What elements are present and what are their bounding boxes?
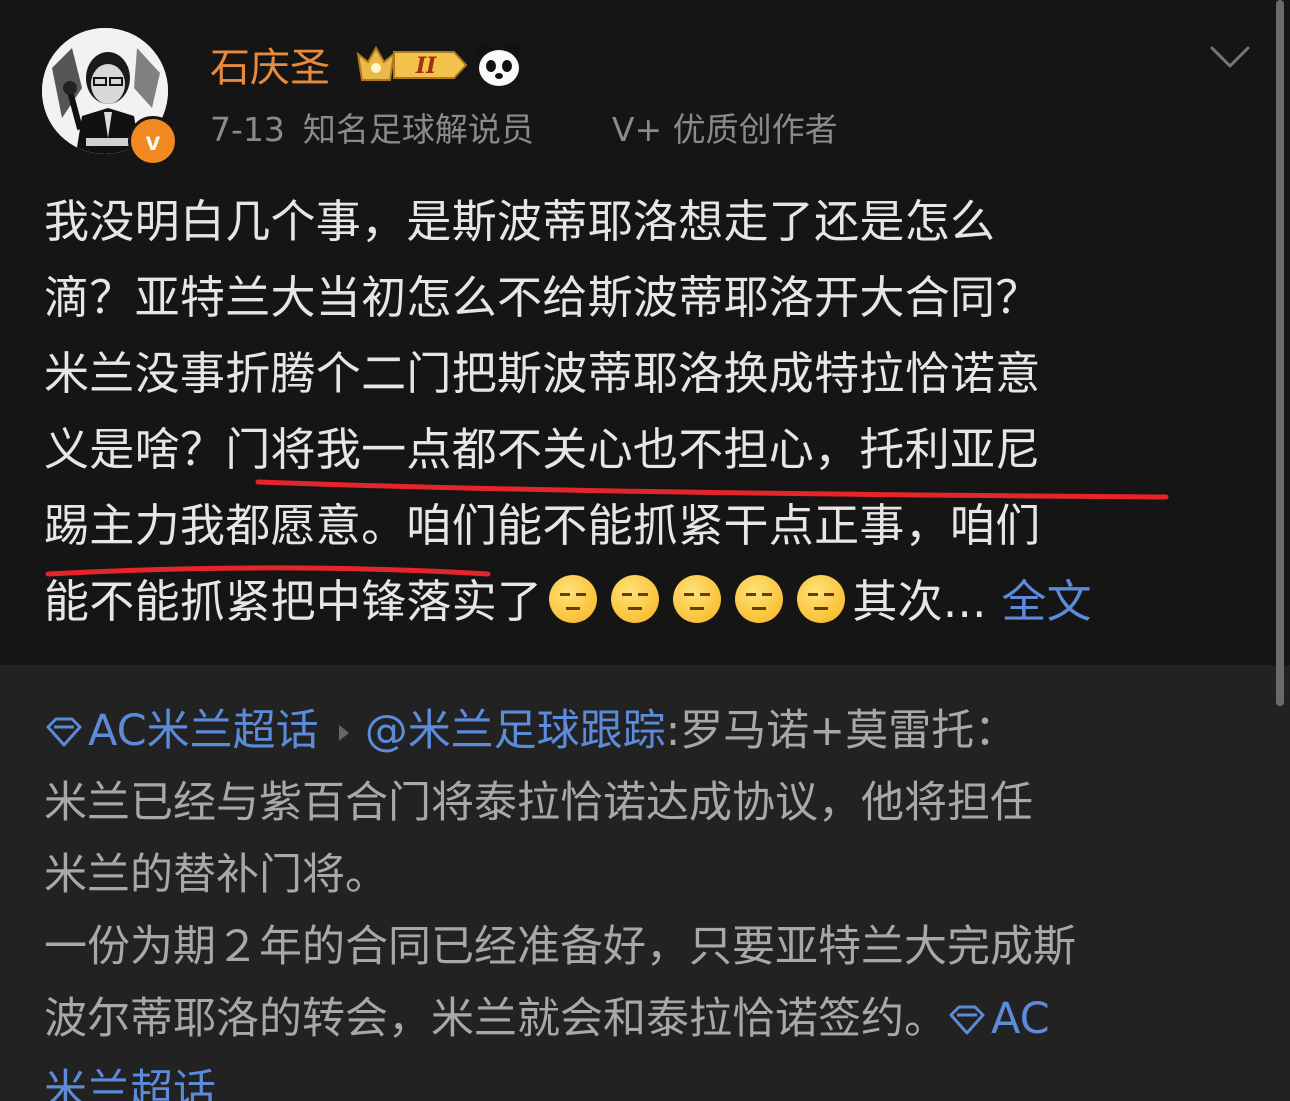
username[interactable]: 石庆圣 — [210, 40, 330, 96]
post-meta: 7-13 知名足球解说员 V+ 优质创作者 — [210, 106, 838, 154]
diamond-icon — [949, 1005, 985, 1035]
super-topic-link-end[interactable]: AC — [947, 994, 1050, 1044]
post-text-line: 义是啥？门将我一点都不关心也不担心，托利亚尼 — [44, 423, 1041, 476]
weibo-post: v 石庆圣 II 7-13 知名足球解说员 V+ 优质创作者 我没明白几个事，是斯波… — [0, 0, 1290, 665]
repost-text-line: 波尔蒂耶洛的转会，米兰就会和泰拉恰诺签约。 AC — [44, 983, 1254, 1055]
repost-text-line: AC米兰超话 @米兰足球跟踪:罗马诺+莫雷托： — [44, 695, 1254, 767]
repost-text: AC米兰超话 @米兰足球跟踪:罗马诺+莫雷托： 米兰已经与紫百合门将泰拉恰诺达成协… — [44, 695, 1254, 1101]
post-text-line: 我没明白几个事，是斯波蒂耶洛想走了还是怎么 — [44, 195, 996, 248]
post-text-line: 滴？亚特兰大当初怎么不给斯波蒂耶洛开大合同？ — [44, 271, 1041, 324]
scrollbar[interactable] — [1276, 0, 1284, 706]
post-text-line-last: 能不能抓紧把中锋落实了 其次... 全文 — [44, 564, 1254, 640]
chevron-down-icon[interactable] — [1208, 40, 1252, 76]
super-topic-label: AC — [991, 994, 1050, 1044]
post-text-segment: 能不能抓紧把中锋落实了 — [44, 575, 543, 628]
super-topic-label[interactable]: 米兰超话 — [44, 1066, 216, 1101]
weibo-feed-view: v 石庆圣 II 7-13 知名足球解说员 V+ 优质创作者 我没明白几个事，是斯波… — [0, 0, 1290, 1101]
repost-text-line: 米兰的替补门将。 — [44, 850, 388, 900]
speechless-emoji-icon — [735, 575, 784, 623]
repost-text-line: 米兰已经与紫百合门将泰拉恰诺达成协议，他将担任 — [44, 778, 1033, 828]
creator-tag: V+ 优质创作者 — [611, 110, 838, 149]
play-arrow-icon — [338, 725, 349, 741]
full-text-link[interactable]: 全文 — [1001, 575, 1092, 628]
super-topic-label: AC米兰超话 — [88, 706, 319, 756]
diamond-icon — [46, 717, 82, 747]
repost-text-line: 米兰超话 — [44, 1055, 1254, 1101]
post-text: 我没明白几个事，是斯波蒂耶洛想走了还是怎么 滴？亚特兰大当初怎么不给斯波蒂耶洛开… — [44, 184, 1254, 640]
speechless-emoji-icon — [797, 575, 846, 623]
speechless-emoji-icon — [549, 575, 598, 623]
speechless-emoji-icon — [673, 575, 722, 623]
post-text-line: 踢主力我都愿意。咱们能不能抓紧干点正事，咱们 — [44, 499, 1041, 552]
user-mention-link[interactable]: @米兰足球跟踪 — [365, 706, 666, 756]
repost-text-line: 一份为期２年的合同已经准备好，只要亚特兰大完成斯 — [44, 922, 1076, 972]
level-badge-label: II — [415, 53, 437, 79]
post-date: 7-13 — [210, 110, 285, 149]
verified-badge: v — [128, 116, 178, 166]
repost-text-segment: :罗马诺+莫雷托： — [665, 706, 1018, 756]
super-topic-link[interactable]: AC米兰超话 — [44, 706, 319, 756]
speechless-emoji-icon — [611, 575, 660, 623]
repost-text-segment: 波尔蒂耶洛的转会，米兰就会和泰拉恰诺签约。 — [44, 994, 947, 1044]
level-badge[interactable]: II — [354, 40, 468, 90]
post-text-segment: 其次... — [852, 575, 987, 628]
panda-icon — [477, 44, 521, 86]
author-role: 知名足球解说员 — [302, 110, 534, 149]
reposted-weibo[interactable]: AC米兰超话 @米兰足球跟踪:罗马诺+莫雷托： 米兰已经与紫百合门将泰拉恰诺达成协… — [0, 665, 1290, 1101]
post-text-line: 米兰没事折腾个二门把斯波蒂耶洛换成特拉恰诺意 — [44, 347, 1041, 400]
